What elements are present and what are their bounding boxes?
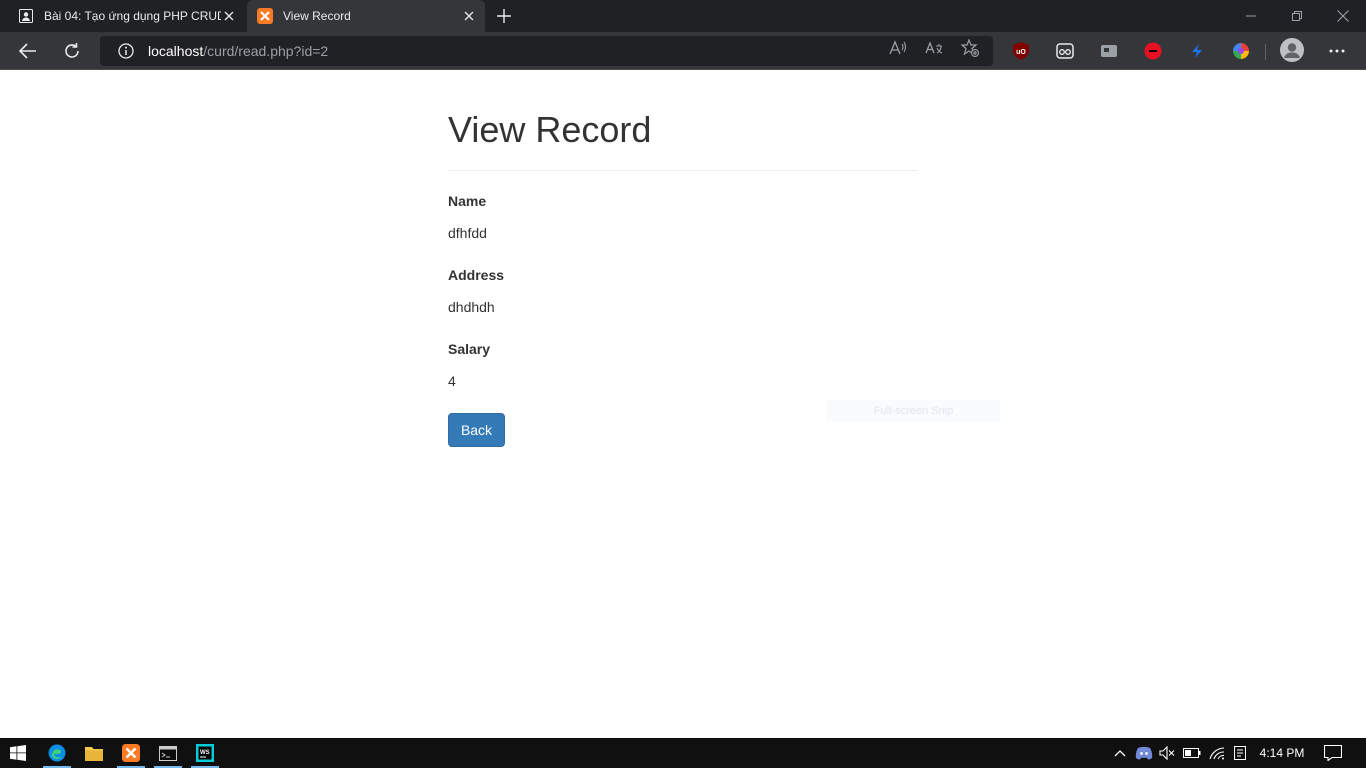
tab-title: View Record [283,9,351,23]
new-tab-plus-icon[interactable] [494,6,514,26]
page-title: View Record [448,109,652,150]
browser-tabstrip: Bài 04: Tạo ứng dụng PHP CRUD View Recor… [0,0,1366,32]
command-prompt-icon[interactable] [150,738,186,768]
browser-toolbar: localhost/curd/read.php?id=2 uO [0,32,1366,70]
screen-capture-extension-icon[interactable] [1098,40,1120,62]
edge-taskbar-icon[interactable] [39,738,75,768]
address-value: dhdhdh [448,299,495,315]
wifi-icon[interactable] [1207,738,1227,768]
refresh-icon[interactable] [57,36,87,66]
color-picker-extension-icon[interactable] [1230,40,1252,62]
name-label: Name [448,193,487,209]
minimize-icon[interactable] [1228,0,1274,32]
svg-text:WS: WS [200,750,210,756]
back-arrow-icon[interactable] [13,36,43,66]
show-hidden-icons-chevron-icon[interactable] [1111,738,1129,768]
input-language-icon[interactable] [1230,738,1250,768]
windows-taskbar: WS 4:14 PM [0,738,1366,768]
page-header: View Record [448,108,918,171]
blue-arrow-extension-icon[interactable] [1186,40,1208,62]
url-text: localhost/curd/read.php?id=2 [148,43,328,59]
xampp-icon [257,8,273,24]
close-tab-icon[interactable] [221,8,237,24]
restore-icon[interactable] [1274,0,1320,32]
snip-hint-overlay: Full-screen Snip [827,400,1000,422]
name-value: dfhfdd [448,225,487,241]
battery-icon[interactable] [1181,738,1203,768]
close-window-icon[interactable] [1320,0,1366,32]
red-extension-icon[interactable] [1142,40,1164,62]
svg-text:uO: uO [1016,49,1026,56]
tab-view-record[interactable]: View Record [247,0,485,32]
windows-start-icon[interactable] [0,738,36,768]
url-host: localhost [148,43,204,59]
more-menu-icon[interactable] [1326,40,1348,62]
salary-label: Salary [448,341,491,357]
translate-icon[interactable] [925,39,943,57]
address-bar[interactable]: localhost/curd/read.php?id=2 [100,36,993,66]
ublock-extension-icon[interactable]: uO [1010,40,1032,62]
address-label: Address [448,267,505,283]
toolbar-divider [1265,44,1266,60]
speaker-muted-icon[interactable] [1157,738,1177,768]
tab-title: Bài 04: Tạo ứng dụng PHP CRUD [44,9,221,23]
xampp-taskbar-icon[interactable] [113,738,149,768]
action-center-icon[interactable] [1321,738,1345,768]
back-button[interactable]: Back [448,413,505,447]
tab-bai-04[interactable]: Bài 04: Tạo ứng dụng PHP CRUD [8,0,245,32]
taskbar-clock[interactable]: 4:14 PM [1254,738,1310,768]
site-info-icon[interactable] [118,43,134,59]
webstorm-icon[interactable]: WS [187,738,223,768]
reader-extension-icon[interactable] [1054,40,1076,62]
close-tab-icon[interactable] [461,8,477,24]
discord-tray-icon[interactable] [1134,738,1154,768]
profile-page-icon [18,8,34,24]
add-favorite-icon[interactable] [961,39,979,57]
url-path: /curd/read.php?id=2 [203,43,329,59]
read-aloud-icon[interactable] [889,39,907,57]
salary-value: 4 [448,373,456,389]
profile-avatar-icon[interactable] [1279,37,1305,63]
page-viewport: View Record Name dfhfdd Address dhdhdh S… [0,71,1366,738]
file-explorer-icon[interactable] [76,738,112,768]
